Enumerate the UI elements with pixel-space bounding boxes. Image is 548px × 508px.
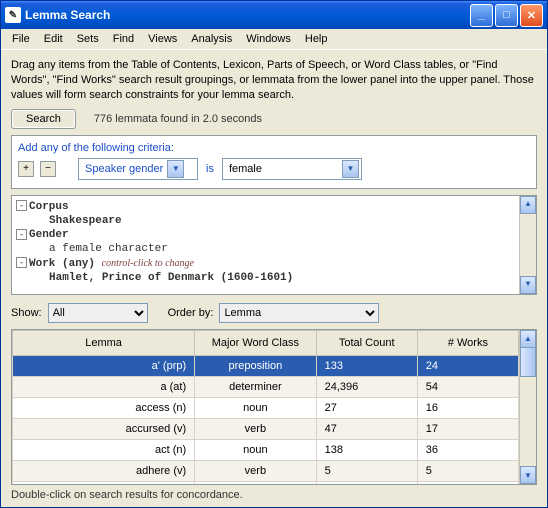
cell-lemma: a' (prp) [13, 355, 195, 376]
table-row[interactable]: adhere (v)verb55 [13, 460, 519, 481]
tree-work: Work (any) [29, 258, 95, 270]
remove-criteria-button[interactable]: − [40, 161, 56, 177]
scroll-up-icon[interactable]: ▲ [520, 196, 536, 214]
cell-class: adverb [195, 481, 316, 484]
cell-count: 5 [316, 460, 417, 481]
window-title: Lemma Search [25, 8, 468, 22]
tree-corpus-value: Shakespeare [49, 215, 122, 227]
criteria-panel: Add any of the following criteria: + − S… [11, 135, 537, 189]
cell-works: 13 [417, 481, 518, 484]
col-lemma[interactable]: Lemma [13, 330, 195, 355]
menu-sets[interactable]: Sets [70, 31, 106, 47]
table-row[interactable]: access (n)noun2716 [13, 397, 519, 418]
cell-class: noun [195, 439, 316, 460]
cell-count: 27 [316, 397, 417, 418]
table-row[interactable]: a' (prp)preposition13324 [13, 355, 519, 376]
search-status: 776 lemmata found in 2.0 seconds [94, 113, 262, 125]
chevron-down-icon: ▼ [167, 160, 184, 178]
table-row[interactable]: adown (av)adverb11913 [13, 481, 519, 484]
instructions-text: Drag any items from the Table of Content… [11, 58, 537, 103]
cell-count: 47 [316, 418, 417, 439]
cell-lemma: a (at) [13, 376, 195, 397]
cell-class: preposition [195, 355, 316, 376]
col-count[interactable]: Total Count [316, 330, 417, 355]
results-table[interactable]: Lemma Major Word Class Total Count # Wor… [12, 330, 519, 484]
cell-works: 36 [417, 439, 518, 460]
minimize-button[interactable]: _ [470, 4, 493, 27]
table-row[interactable]: act (n)noun13836 [13, 439, 519, 460]
tree-gender-value: a female character [49, 243, 168, 255]
cell-works: 16 [417, 397, 518, 418]
add-criteria-button[interactable]: + [18, 161, 34, 177]
cell-count: 24,396 [316, 376, 417, 397]
tree-collapse-icon[interactable]: - [16, 200, 27, 211]
results-scrollbar[interactable]: ▲ ▼ [519, 330, 536, 484]
cell-count: 133 [316, 355, 417, 376]
table-row[interactable]: accursed (v)verb4717 [13, 418, 519, 439]
filter-row: Show: All Order by: Lemma [11, 303, 537, 323]
cell-works: 17 [417, 418, 518, 439]
order-select[interactable]: Lemma [219, 303, 379, 323]
footer-hint: Double-click on search results for conco… [1, 485, 547, 507]
cell-lemma: accursed (v) [13, 418, 195, 439]
cell-count: 138 [316, 439, 417, 460]
table-row[interactable]: a (at)determiner24,39654 [13, 376, 519, 397]
cell-class: verb [195, 460, 316, 481]
cell-class: noun [195, 397, 316, 418]
menu-help[interactable]: Help [298, 31, 335, 47]
criteria-value-select[interactable]: female ▼ [222, 158, 362, 180]
cell-lemma: adhere (v) [13, 460, 195, 481]
search-row: Search 776 lemmata found in 2.0 seconds [11, 109, 537, 129]
show-label: Show: [11, 307, 42, 319]
tree-corpus: Corpus [29, 201, 69, 213]
results-table-wrap: Lemma Major Word Class Total Count # Wor… [11, 329, 537, 485]
scroll-down-icon[interactable]: ▼ [520, 276, 536, 294]
criteria-field-value: Speaker gender [85, 163, 163, 175]
tree-gender: Gender [29, 229, 69, 241]
criteria-row: + − Speaker gender ▼ is female ▼ [18, 158, 530, 180]
criteria-title: Add any of the following criteria: [18, 142, 530, 154]
menu-file[interactable]: File [5, 31, 37, 47]
close-button[interactable]: ✕ [520, 4, 543, 27]
cell-class: determiner [195, 376, 316, 397]
menu-analysis[interactable]: Analysis [184, 31, 239, 47]
tree-work-note: control-click to change [102, 258, 194, 269]
col-works[interactable]: # Works [417, 330, 518, 355]
cell-works: 54 [417, 376, 518, 397]
constraints-tree[interactable]: -Corpus Shakespeare -Gender a female cha… [11, 195, 537, 295]
menu-views[interactable]: Views [141, 31, 184, 47]
order-label: Order by: [168, 307, 214, 319]
cell-lemma: access (n) [13, 397, 195, 418]
show-select[interactable]: All [48, 303, 148, 323]
cell-works: 24 [417, 355, 518, 376]
scroll-down-icon[interactable]: ▼ [520, 466, 536, 484]
scrollbar-thumb[interactable] [520, 347, 536, 377]
cell-works: 5 [417, 460, 518, 481]
cell-lemma: adown (av) [13, 481, 195, 484]
criteria-is-label: is [204, 163, 216, 175]
table-header-row: Lemma Major Word Class Total Count # Wor… [13, 330, 519, 355]
app-window: ✎ Lemma Search _ □ ✕ File Edit Sets Find… [0, 0, 548, 508]
menu-find[interactable]: Find [106, 31, 141, 47]
cell-lemma: act (n) [13, 439, 195, 460]
criteria-field-select[interactable]: Speaker gender ▼ [78, 158, 198, 180]
menubar: File Edit Sets Find Views Analysis Windo… [1, 29, 547, 50]
search-button[interactable]: Search [11, 109, 76, 129]
titlebar: ✎ Lemma Search _ □ ✕ [1, 1, 547, 29]
criteria-value-text: female [229, 163, 338, 175]
maximize-button[interactable]: □ [495, 4, 518, 27]
content-area: Drag any items from the Table of Content… [1, 50, 547, 485]
tree-work-value: Hamlet, Prince of Denmark (1600-1601) [49, 272, 293, 284]
menu-edit[interactable]: Edit [37, 31, 70, 47]
cell-count: 119 [316, 481, 417, 484]
tree-scrollbar[interactable]: ▲ ▼ [519, 196, 536, 294]
tree-collapse-icon[interactable]: - [16, 229, 27, 240]
menu-windows[interactable]: Windows [239, 31, 298, 47]
app-icon: ✎ [5, 7, 21, 23]
cell-class: verb [195, 418, 316, 439]
scroll-up-icon[interactable]: ▲ [520, 330, 536, 348]
col-class[interactable]: Major Word Class [195, 330, 316, 355]
chevron-down-icon: ▼ [342, 160, 359, 178]
tree-collapse-icon[interactable]: - [16, 257, 27, 268]
